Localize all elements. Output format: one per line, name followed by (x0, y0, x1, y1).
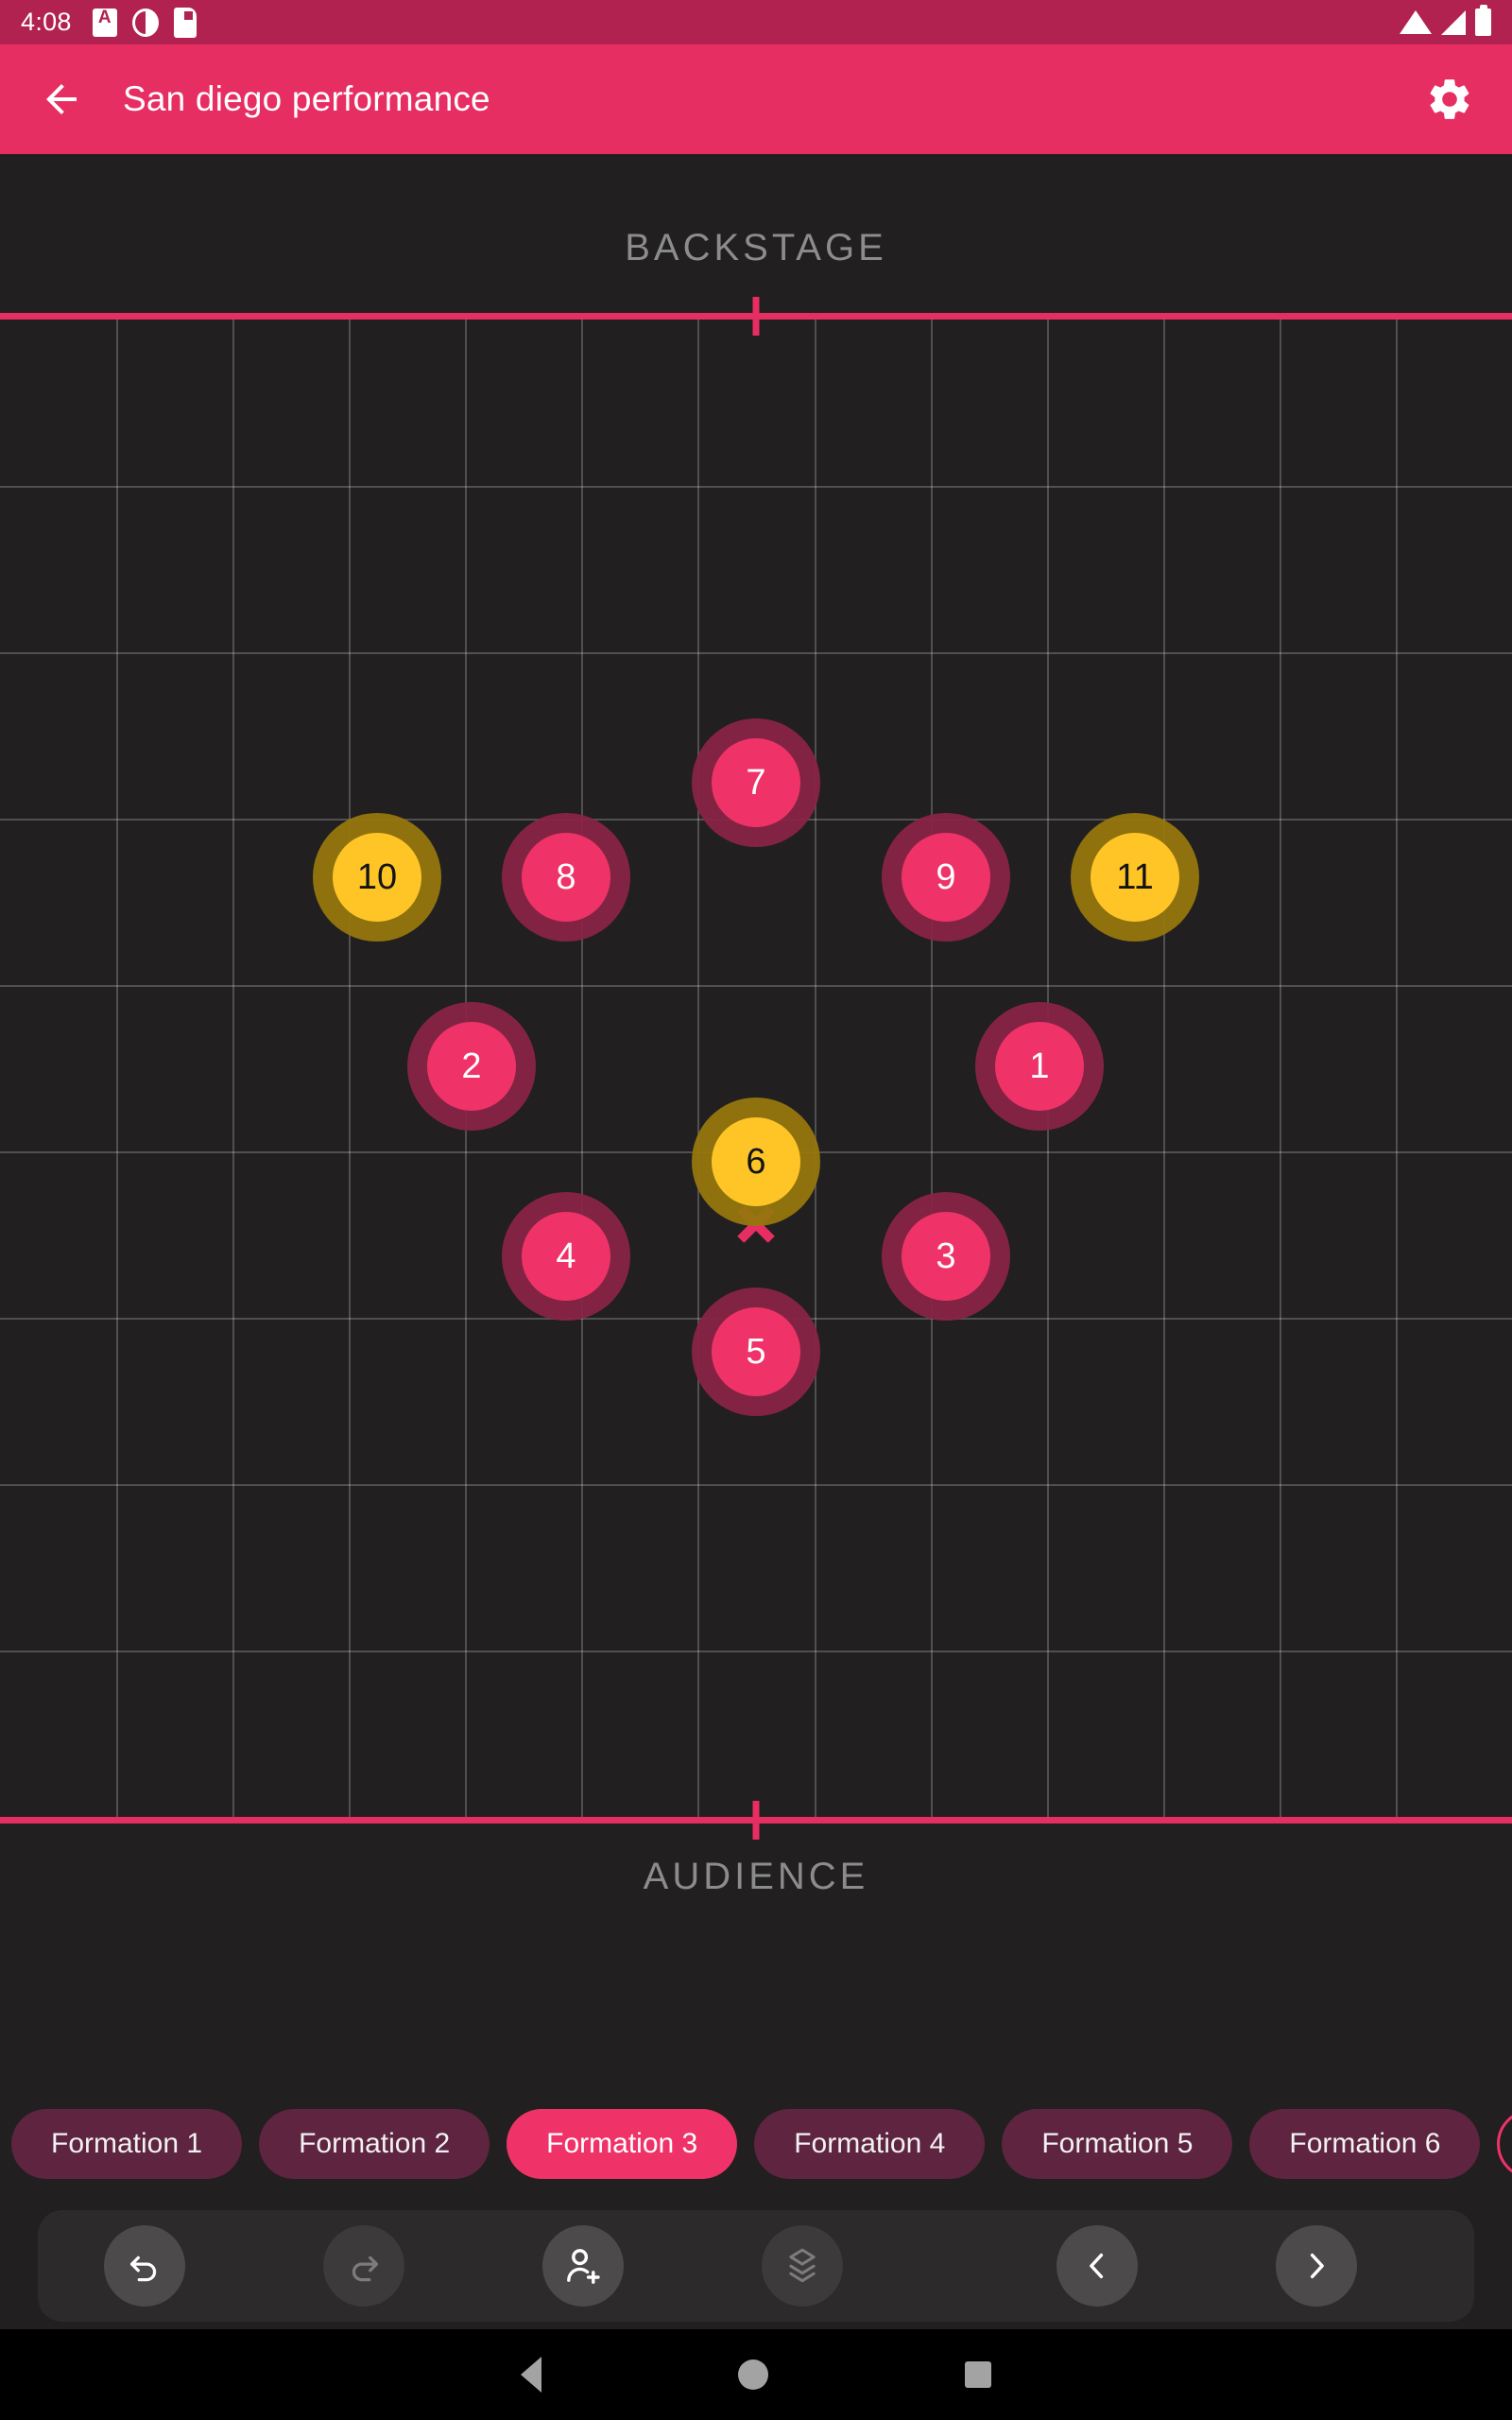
dancer-marker-6[interactable]: 6 (692, 1098, 820, 1226)
dancer-marker-9[interactable]: 9 (882, 813, 1010, 942)
app-root: 4:08 A San diego performance BACKSTAGE 7… (0, 0, 1512, 2420)
backstage-boundary-line (0, 297, 1512, 336)
redo-icon (352, 2256, 379, 2282)
settings-button[interactable] (1419, 69, 1480, 130)
grid-line-vertical (1280, 320, 1281, 1817)
audience-boundary-line (0, 1801, 1512, 1840)
dancer-label: 9 (902, 833, 990, 922)
half-circle-icon (131, 8, 159, 37)
nav-back-triangle-icon[interactable] (521, 2357, 541, 2393)
gear-icon (1430, 79, 1469, 119)
grid-line-vertical (349, 320, 351, 1817)
previous-formation-button[interactable] (1057, 2225, 1138, 2307)
dancer-label: 1 (995, 1022, 1084, 1111)
layers-button[interactable] (762, 2225, 843, 2307)
cell-signal-icon (1441, 9, 1466, 35)
dancer-label: 5 (712, 1307, 800, 1396)
android-nav-bar (0, 2329, 1512, 2420)
grid-line-vertical (815, 320, 816, 1817)
stage-canvas[interactable]: BACKSTAGE 7 10 8 9 11 2 1 6 4 3 5 AUDIENCE (0, 154, 1512, 2066)
grid-line-horizontal (0, 1651, 1512, 1652)
dancer-label: 2 (427, 1022, 516, 1111)
battery-icon (1475, 5, 1491, 36)
add-formation-button[interactable]: Add (1497, 2109, 1512, 2179)
app-bar: San diego performance (0, 44, 1512, 154)
grid-line-horizontal (0, 652, 1512, 654)
grid-line-vertical (581, 320, 583, 1817)
dancer-marker-10[interactable]: 10 (313, 813, 441, 942)
stage-grid (0, 320, 1512, 1817)
back-button[interactable] (32, 70, 91, 129)
dancer-label: 8 (522, 833, 610, 922)
grid-line-horizontal (0, 985, 1512, 987)
dancer-marker-1[interactable]: 1 (975, 1002, 1104, 1131)
backstage-label: BACKSTAGE (625, 227, 887, 268)
chevron-left-icon (1090, 2253, 1104, 2279)
add-dancer-button[interactable] (542, 2225, 624, 2307)
status-right-icons (1400, 5, 1491, 36)
grid-line-horizontal (0, 1484, 1512, 1486)
dancer-label: 7 (712, 738, 800, 827)
dancer-marker-3[interactable]: 3 (882, 1192, 1010, 1321)
formation-chip-2[interactable]: Formation 2 (259, 2109, 490, 2179)
undo-icon (129, 2256, 157, 2282)
dancer-label: 6 (712, 1117, 800, 1206)
dancer-marker-8[interactable]: 8 (502, 813, 630, 942)
dancer-label: 11 (1091, 833, 1179, 922)
grid-line-vertical (931, 320, 933, 1817)
dancer-marker-11[interactable]: 11 (1071, 813, 1199, 942)
status-bar: 4:08 A (0, 0, 1512, 44)
grid-line-vertical (1163, 320, 1165, 1817)
redo-button[interactable] (323, 2225, 404, 2307)
grid-line-vertical (232, 320, 234, 1817)
page-title: San diego performance (123, 79, 490, 118)
chevron-right-icon (1310, 2253, 1324, 2279)
formation-chip-5[interactable]: Formation 5 (1002, 2109, 1233, 2179)
audience-center-tick (752, 1801, 760, 1840)
status-clock: 4:08 (21, 8, 72, 36)
formation-chip-1[interactable]: Formation 1 (11, 2109, 243, 2179)
dancer-label: 10 (333, 833, 421, 922)
sd-card-icon (173, 7, 197, 38)
grid-line-horizontal (0, 486, 1512, 488)
dancer-label: 3 (902, 1212, 990, 1301)
grid-line-vertical (1396, 320, 1398, 1817)
nav-recents-square-icon[interactable] (965, 2361, 991, 2388)
editor-toolbar (38, 2210, 1474, 2322)
formation-chip-4[interactable]: Formation 4 (754, 2109, 986, 2179)
layers-icon (789, 2248, 816, 2283)
dancer-marker-4[interactable]: 4 (502, 1192, 630, 1321)
audience-label: AUDIENCE (643, 1856, 869, 1897)
dancer-marker-2[interactable]: 2 (407, 1002, 536, 1131)
dancer-marker-7[interactable]: 7 (692, 718, 820, 847)
nav-home-circle-icon[interactable] (738, 2360, 768, 2390)
formation-chip-3[interactable]: Formation 3 (507, 2109, 738, 2179)
grid-line-vertical (697, 320, 699, 1817)
alarm-a-icon: A (92, 8, 117, 37)
dancer-label: 4 (522, 1212, 610, 1301)
status-left-icons: A (92, 7, 197, 38)
next-formation-button[interactable] (1276, 2225, 1357, 2307)
formation-list[interactable]: Formation 1 Formation 2 Formation 3 Formati… (0, 2100, 1512, 2187)
formation-chip-6[interactable]: Formation 6 (1249, 2109, 1481, 2179)
undo-button[interactable] (104, 2225, 185, 2307)
wifi-icon (1400, 10, 1432, 34)
add-person-icon (567, 2249, 600, 2284)
grid-line-vertical (116, 320, 118, 1817)
dancer-marker-5[interactable]: 5 (692, 1288, 820, 1416)
back-arrow-icon (46, 84, 77, 114)
